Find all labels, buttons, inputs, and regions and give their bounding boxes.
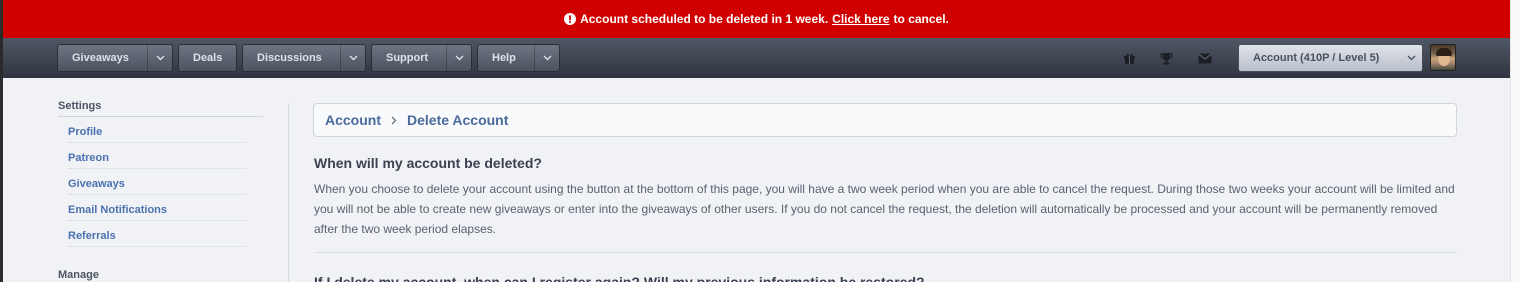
giveaways-menu-label: Giveaways	[72, 52, 129, 64]
deals-button[interactable]: Deals	[178, 44, 237, 72]
breadcrumb-delete-account-link[interactable]: Delete Account	[407, 112, 508, 128]
support-menu-label: Support	[386, 52, 429, 64]
faq-answer-when-deleted: When you choose to delete your account u…	[314, 182, 1455, 236]
deletion-faq-section: When will my account be deleted? When yo…	[314, 155, 1457, 239]
reregister-faq-section: If I delete my account, when can I regis…	[314, 274, 1457, 282]
avatar[interactable]	[1430, 44, 1456, 71]
support-menu-button[interactable]: Support	[371, 44, 472, 72]
faq-question-register-again: If I delete my account, when can I regis…	[314, 274, 925, 282]
chevron-right-icon	[391, 116, 397, 125]
alert-message-suffix: to cancel.	[893, 12, 949, 26]
sidebar-item-profile[interactable]: Profile	[68, 117, 246, 143]
help-menu-button[interactable]: Help	[477, 44, 560, 72]
chevron-down-icon	[1400, 55, 1422, 61]
trophy-icon[interactable]	[1158, 50, 1174, 66]
chevron-down-icon	[535, 45, 559, 71]
chevron-down-icon	[447, 45, 471, 71]
sidebar-item-referrals[interactable]: Referrals	[68, 221, 246, 247]
help-menu-label: Help	[492, 52, 516, 64]
sidebar-heading-manage: Manage	[58, 269, 99, 281]
section-divider	[314, 252, 1457, 253]
deletion-alert-banner: Account scheduled to be deleted in 1 wee…	[3, 0, 1510, 38]
sidebar-divider	[288, 103, 289, 282]
account-menu-label: Account (410P / Level 5)	[1253, 52, 1380, 64]
cancel-deletion-link[interactable]: Click here	[832, 12, 889, 26]
sidebar-item-patreon[interactable]: Patreon	[68, 143, 246, 169]
alert-message: Account scheduled to be deleted in 1 wee…	[580, 12, 829, 26]
breadcrumb: Account Delete Account	[313, 103, 1457, 137]
sidebar-item-giveaways[interactable]: Giveaways	[68, 169, 246, 195]
page-content: Settings Profile Patreon Giveaways Email…	[3, 78, 1510, 282]
sidebar-heading-settings: Settings	[58, 100, 263, 117]
breadcrumb-account-link[interactable]: Account	[325, 112, 381, 128]
faq-question-when-deleted: When will my account be deleted?	[314, 155, 542, 171]
envelope-icon[interactable]	[1197, 50, 1213, 66]
top-navigation: Giveaways Deals Discussions Support Help…	[3, 38, 1510, 78]
chevron-down-icon	[148, 45, 172, 71]
deals-label: Deals	[193, 52, 223, 64]
discussions-menu-button[interactable]: Discussions	[242, 44, 366, 72]
discussions-menu-label: Discussions	[257, 52, 322, 64]
gift-icon[interactable]	[1121, 50, 1137, 66]
settings-sidebar: Settings Profile Patreon Giveaways Email…	[58, 100, 263, 282]
chevron-down-icon	[341, 45, 365, 71]
account-menu-button[interactable]: Account (410P / Level 5)	[1238, 44, 1423, 72]
giveaways-menu-button[interactable]: Giveaways	[57, 44, 173, 72]
sidebar-item-email-notifications[interactable]: Email Notifications	[68, 195, 246, 221]
page-scrollbar[interactable]	[1510, 0, 1520, 282]
exclamation-circle-icon	[564, 13, 577, 25]
